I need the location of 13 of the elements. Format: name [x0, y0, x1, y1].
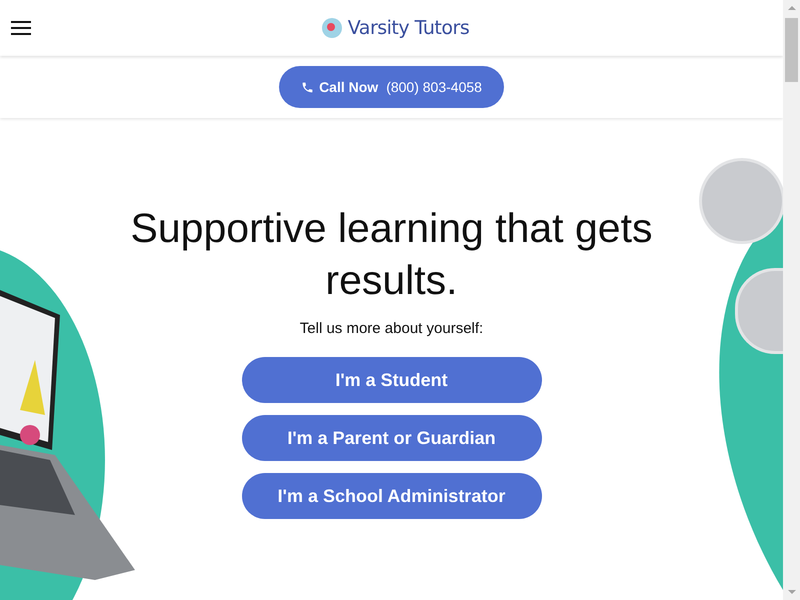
scroll-up-icon[interactable]	[788, 6, 796, 10]
headline: Supportive learning that gets results.	[130, 204, 654, 305]
scrollbar-thumb[interactable]	[785, 18, 798, 82]
phone-icon	[301, 80, 314, 94]
brand-name[interactable]: Varsity Tutors	[348, 17, 470, 39]
role-option-button[interactable]: I'm a Student	[242, 357, 542, 403]
role-option-button[interactable]: I'm a Parent or Guardian	[242, 415, 542, 461]
scroll-down-icon[interactable]	[788, 590, 796, 594]
role-option-button[interactable]: I'm a School Administrator	[242, 473, 542, 519]
logo-icon	[320, 16, 344, 40]
call-now-button[interactable]: Call Now (800) 803-4058	[279, 66, 504, 108]
prompt-text: Tell us more about yourself:	[300, 320, 484, 337]
menu-icon[interactable]	[11, 20, 31, 36]
